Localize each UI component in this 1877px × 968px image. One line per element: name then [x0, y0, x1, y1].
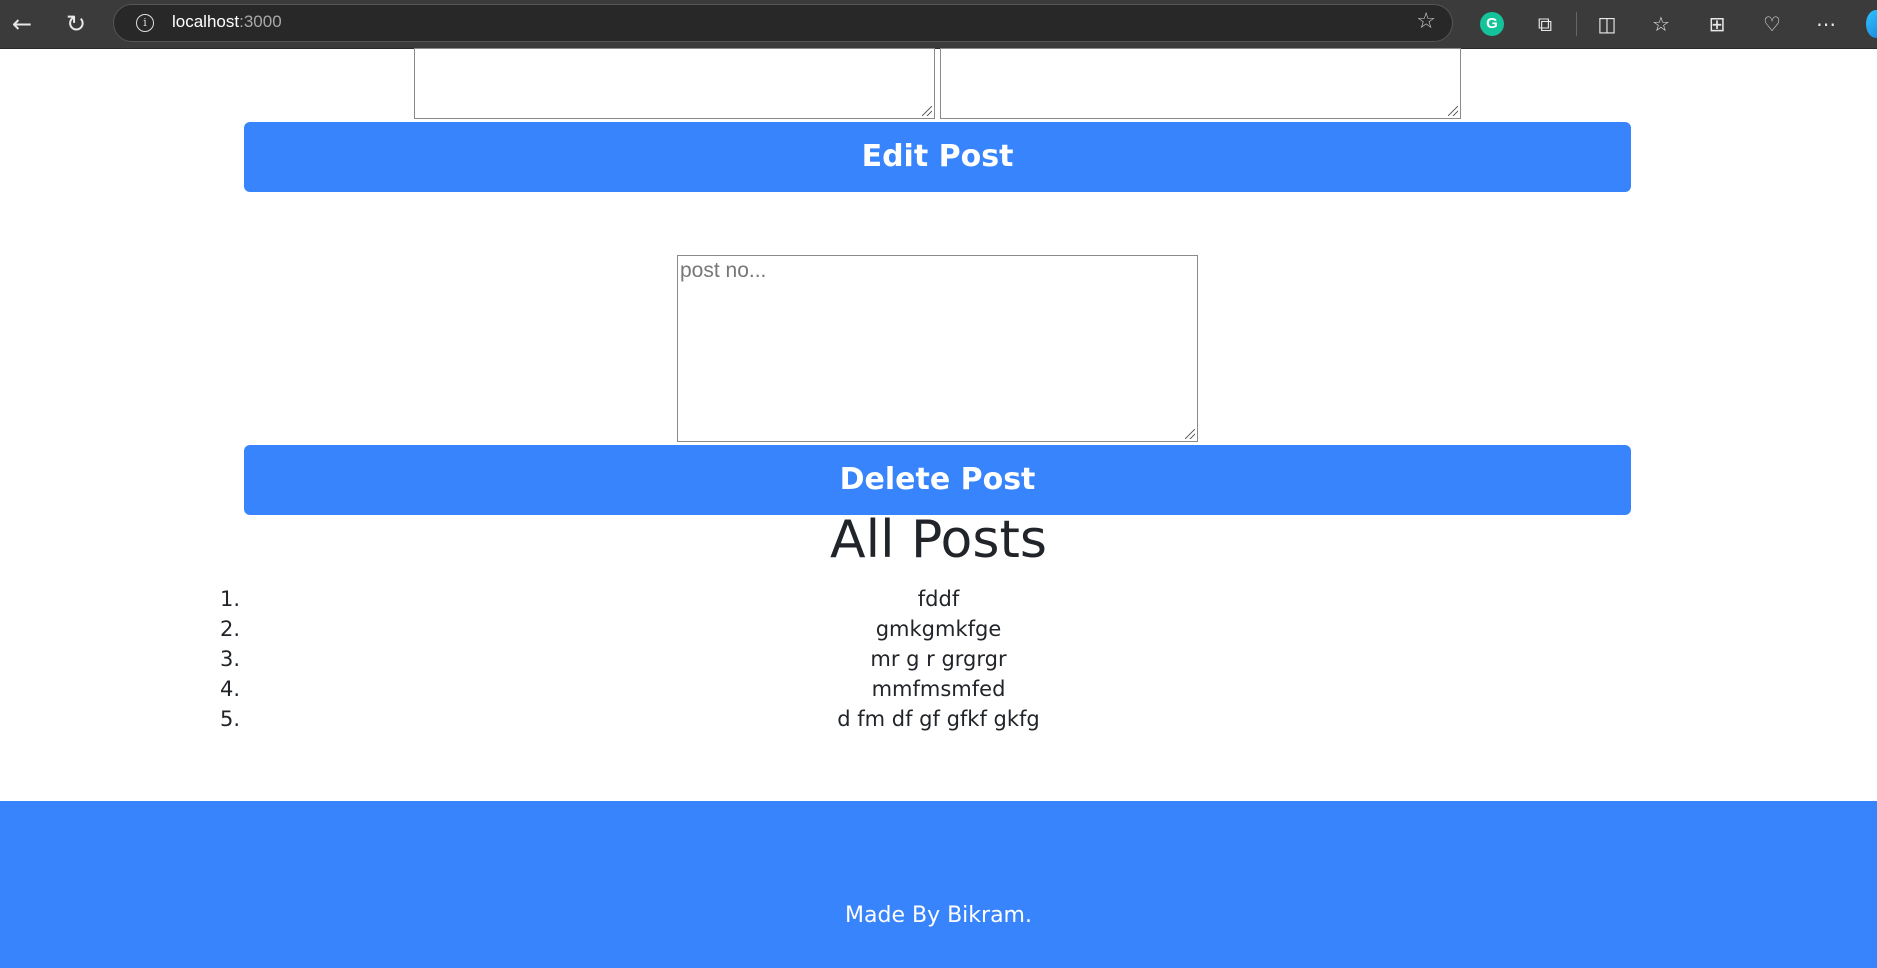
extensions-icon[interactable]: ⧉	[1527, 6, 1563, 42]
item-number: 5.	[219, 707, 240, 731]
item-text: d fm df gf gfkf gkfg	[837, 707, 1040, 731]
url-host: localhost	[172, 12, 240, 31]
list-item: 2. gmkgmkfge	[0, 614, 1877, 644]
resize-handle-icon[interactable]	[1448, 106, 1458, 116]
site-info-icon[interactable]: i	[136, 14, 154, 32]
all-posts-heading: All Posts	[830, 510, 1047, 570]
item-text: mr g r grgrgr	[870, 647, 1007, 671]
copilot-icon[interactable]	[1866, 10, 1877, 38]
delete-post-button[interactable]: Delete Post	[244, 445, 1631, 515]
footer-credit: Made By Bikram.	[845, 903, 1032, 928]
resize-handle-icon[interactable]	[922, 106, 932, 116]
grammarly-extension-icon[interactable]: G	[1480, 12, 1504, 36]
item-number: 3.	[219, 647, 240, 671]
more-menu-icon[interactable]: ⋯	[1808, 6, 1844, 42]
favorites-icon[interactable]: ☆	[1643, 6, 1679, 42]
item-number: 1.	[219, 587, 240, 611]
address-bar[interactable]: i localhost:3000 ☆	[113, 4, 1453, 42]
collections-icon[interactable]: ⊞	[1699, 6, 1735, 42]
list-item: 4. mmfmsmfed	[0, 674, 1877, 704]
footer: Made By Bikram.	[0, 801, 1877, 968]
url-text: localhost:3000	[172, 12, 282, 32]
edit-post-button[interactable]: Edit Post	[244, 122, 1631, 192]
delete-post-number-field[interactable]: post no...	[677, 255, 1198, 442]
list-item: 1. fddf	[0, 584, 1877, 614]
post-number-placeholder: post no...	[680, 259, 767, 282]
edit-post-number-field[interactable]	[414, 48, 935, 119]
item-text: mmfmsmfed	[871, 677, 1006, 701]
item-text: fddf	[917, 587, 960, 611]
browser-essentials-icon[interactable]: ♡	[1754, 6, 1790, 42]
posts-list: 1. fddf 2. gmkgmkfge 3. mr g r grgrgr 4. mmf…	[0, 584, 1877, 734]
resize-handle-icon[interactable]	[1185, 429, 1195, 439]
item-number: 4.	[219, 677, 240, 701]
toolbar-divider	[1576, 12, 1577, 36]
split-screen-icon[interactable]: ◫	[1589, 6, 1625, 42]
item-number: 2.	[219, 617, 240, 641]
url-port: :3000	[239, 12, 282, 31]
favorite-star-icon[interactable]: ☆	[1416, 9, 1436, 34]
back-arrow-icon[interactable]: ←	[4, 6, 40, 42]
list-item: 5. d fm df gf gfkf gkfg	[0, 704, 1877, 734]
browser-toolbar: ← ↻ i localhost:3000 ☆ G ⧉ ◫ ☆ ⊞ ♡ ⋯	[0, 0, 1877, 49]
edit-post-content-field[interactable]	[940, 48, 1461, 119]
list-item: 3. mr g r grgrgr	[0, 644, 1877, 674]
item-text: gmkgmkfge	[875, 617, 1002, 641]
reload-icon[interactable]: ↻	[58, 6, 94, 42]
